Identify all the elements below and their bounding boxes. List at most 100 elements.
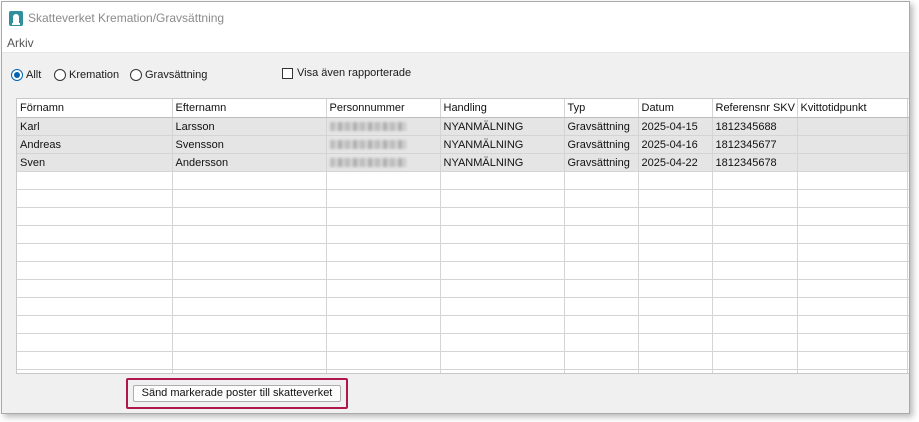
radio-allt[interactable]: Allt (11, 69, 41, 81)
cell-empty (172, 333, 327, 352)
table-row-empty (17, 171, 909, 190)
cell-empty (326, 297, 441, 316)
table-row[interactable]: Sven Andersson NYANMÄLNING Gravsättning … (17, 153, 909, 172)
radio-gravsattning-indicator[interactable] (130, 69, 142, 81)
cell-datum: 2025-04-16 (638, 135, 713, 154)
cell-empty (712, 297, 798, 316)
cell-empty (172, 189, 327, 208)
cell-handling: NYANMÄLNING (440, 117, 565, 136)
cell-empty (797, 351, 908, 370)
table-row-empty (17, 243, 909, 262)
cell-datum: 2025-04-22 (638, 153, 713, 172)
records-grid[interactable]: Förnamn Efternamn Personnummer Handling … (16, 98, 909, 374)
col-datum[interactable]: Datum (638, 99, 713, 118)
table-row-empty (17, 315, 909, 334)
cell-empty (638, 171, 713, 190)
cell-empty (564, 315, 639, 334)
table-row[interactable]: Karl Larsson NYANMÄLNING Gravsättning 20… (17, 117, 909, 136)
title-bar[interactable]: Skatteverket Kremation/Gravsättning (2, 2, 909, 34)
cell-empty (172, 243, 327, 262)
col-kvittotidpunkt[interactable]: Kvittotidpunkt (797, 99, 908, 118)
cell-empty (712, 315, 798, 334)
send-button-highlight: Sänd markerade poster till skatteverket (126, 378, 348, 409)
cell-empty (797, 333, 908, 352)
cell-empty (797, 189, 908, 208)
table-row-empty (17, 333, 909, 352)
cell-empty (440, 243, 565, 262)
col-fornamn[interactable]: Förnamn (17, 99, 173, 118)
cell-kvittotidpunkt (797, 135, 908, 154)
cell-empty (564, 261, 639, 280)
col-personnummer[interactable]: Personnummer (326, 99, 441, 118)
cell-empty (712, 351, 798, 370)
table-row-empty (17, 297, 909, 316)
cell-empty (326, 315, 441, 334)
col-k[interactable]: K (907, 99, 909, 118)
cell-empty (712, 279, 798, 298)
cell-empty (712, 369, 798, 373)
radio-kremation[interactable]: Kremation (54, 69, 119, 81)
cell-personnummer (326, 135, 441, 154)
cell-empty (797, 171, 908, 190)
cell-empty (638, 207, 713, 226)
cell-empty (326, 207, 441, 226)
show-reported-checkbox[interactable]: Visa även rapporterade (282, 67, 411, 79)
cell-empty (638, 189, 713, 208)
cell-empty (172, 207, 327, 226)
radio-allt-indicator[interactable] (11, 69, 23, 81)
cell-empty (638, 279, 713, 298)
cell-empty (712, 189, 798, 208)
cell-empty (172, 225, 327, 244)
col-referensnr[interactable]: Referensnr SKV (712, 99, 798, 118)
cell-empty (797, 369, 908, 373)
cell-empty (907, 369, 909, 373)
send-marked-records-button[interactable]: Sänd markerade poster till skatteverket (133, 385, 341, 402)
cell-empty (440, 171, 565, 190)
app-tombstone-icon (9, 10, 23, 26)
cell-empty (564, 189, 639, 208)
table-row-empty (17, 225, 909, 244)
redacted-personnummer (329, 122, 406, 132)
radio-gravsattning[interactable]: Gravsättning (130, 69, 207, 81)
cell-empty (326, 225, 441, 244)
menu-bar: Arkiv (2, 34, 909, 53)
col-handling[interactable]: Handling (440, 99, 565, 118)
cell-empty (17, 315, 173, 334)
cell-empty (326, 243, 441, 262)
cell-kvittotidpunkt (797, 153, 908, 172)
table-row-empty (17, 189, 909, 208)
menu-arkiv[interactable]: Arkiv (2, 36, 34, 50)
cell-empty (638, 315, 713, 334)
cell-empty (638, 351, 713, 370)
radio-kremation-indicator[interactable] (54, 69, 66, 81)
col-efternamn[interactable]: Efternamn (172, 99, 327, 118)
filter-bar: Allt Kremation Gravsättning Visa även ra… (2, 54, 909, 94)
cell-empty (797, 279, 908, 298)
radio-gravsattning-label: Gravsättning (145, 69, 208, 81)
cell-fornamn: Karl (17, 117, 173, 136)
cell-empty (712, 225, 798, 244)
cell-empty (326, 171, 441, 190)
cell-empty (907, 207, 909, 226)
radio-kremation-label: Kremation (69, 69, 120, 81)
cell-empty (797, 297, 908, 316)
cell-empty (907, 189, 909, 208)
table-row[interactable]: Andreas Svensson NYANMÄLNING Gravsättnin… (17, 135, 909, 154)
radio-allt-label: Allt (26, 69, 42, 81)
cell-efternamn: Andersson (172, 153, 327, 172)
cell-empty (907, 171, 909, 190)
cell-k (907, 135, 909, 154)
cell-empty (440, 333, 565, 352)
cell-empty (326, 279, 441, 298)
col-typ[interactable]: Typ (564, 99, 639, 118)
cell-empty (638, 225, 713, 244)
cell-empty (326, 333, 441, 352)
cell-empty (17, 171, 173, 190)
cell-empty (907, 243, 909, 262)
cell-kvittotidpunkt (797, 117, 908, 136)
cell-empty (172, 369, 327, 373)
window-title: Skatteverket Kremation/Gravsättning (28, 11, 225, 25)
cell-empty (638, 369, 713, 373)
cell-empty (17, 333, 173, 352)
show-reported-checkbox-box[interactable] (282, 67, 293, 79)
